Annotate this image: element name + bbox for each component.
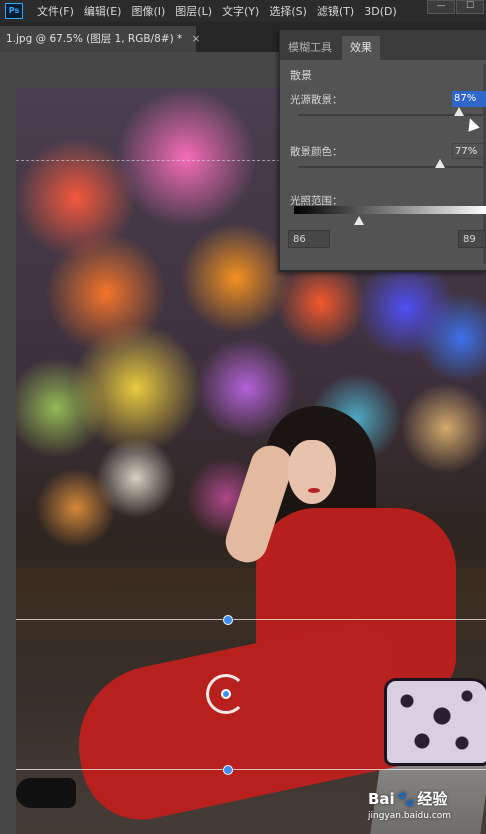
woman-face: [288, 440, 336, 504]
watermark-url: jingyan.baidu.com: [368, 811, 452, 821]
focus-line-handle-bottom[interactable]: [223, 765, 233, 775]
light-bokeh-slider-track[interactable]: [298, 107, 483, 116]
baidu-watermark: Bai 🐾 经验 jingyan.baidu.com: [368, 788, 478, 828]
light-range-gradient-bar[interactable]: [294, 206, 486, 214]
menu-file[interactable]: 文件(F): [37, 3, 74, 19]
document-tab[interactable]: 1.jpg @ 67.5% (图层 1, RGB/8#) * ×: [0, 26, 200, 52]
bokeh-color-label: 散景颜色：: [290, 146, 343, 158]
woman-lips: [308, 488, 320, 493]
panel-tab-bar: 模糊工具 效果: [280, 30, 486, 60]
tilt-shift-focus-line-bottom[interactable]: [16, 769, 486, 770]
close-tab-icon[interactable]: ×: [192, 33, 201, 45]
menu-select[interactable]: 选择(S): [269, 3, 307, 19]
light-range-thumb[interactable]: [354, 216, 365, 225]
baidu-paw-icon: 🐾: [396, 790, 416, 808]
menu-bar: Ps 文件(F) 编辑(E) 图像(I) 图层(L) 文字(Y) 选择(S) 滤…: [0, 0, 486, 22]
bokeh-color-value-field[interactable]: 77%: [452, 143, 486, 159]
handbag-pattern: [387, 681, 486, 763]
blur-effects-panel: 模糊工具 效果 散景 光源散景： 87% 散景颜色： 77% 光照范围： 86 …: [279, 30, 486, 272]
woman-shoe: [16, 778, 76, 808]
blur-pin-center[interactable]: [221, 689, 231, 699]
light-bokeh-label: 光源散景：: [290, 94, 343, 106]
menu-filter[interactable]: 滤镜(T): [317, 3, 354, 19]
menu-edit[interactable]: 编辑(E): [84, 3, 122, 19]
watermark-brand: Bai: [368, 790, 395, 808]
tilt-shift-focus-line-top[interactable]: [16, 619, 486, 620]
light-bokeh-slider-thumb[interactable]: [453, 107, 464, 116]
restore-button[interactable]: ☐: [456, 0, 484, 14]
bokeh-section-title: 散景: [290, 69, 312, 82]
photoshop-logo-icon[interactable]: Ps: [5, 3, 23, 19]
menu-image[interactable]: 图像(I): [131, 3, 165, 19]
menu-type[interactable]: 文字(Y): [222, 3, 259, 19]
tab-blur-tools[interactable]: 模糊工具: [280, 36, 340, 60]
document-tab-title: 1.jpg @ 67.5% (图层 1, RGB/8#) *: [6, 33, 183, 45]
menu-layer[interactable]: 图层(L): [175, 3, 212, 19]
bokeh-color-slider-thumb[interactable]: [435, 159, 446, 168]
handbag: [384, 678, 486, 766]
bokeh-color-slider-track[interactable]: [298, 159, 483, 168]
tab-effects[interactable]: 效果: [342, 36, 380, 60]
watermark-brand-suffix: 经验: [417, 790, 448, 808]
menu-3d[interactable]: 3D(D): [364, 5, 397, 18]
minimize-button[interactable]: —: [427, 0, 455, 14]
light-bokeh-value-field[interactable]: 87%: [452, 91, 486, 107]
focus-line-handle-top[interactable]: [223, 615, 233, 625]
light-range-high-input[interactable]: 89: [458, 230, 486, 248]
light-range-low-input[interactable]: 86: [288, 230, 330, 248]
